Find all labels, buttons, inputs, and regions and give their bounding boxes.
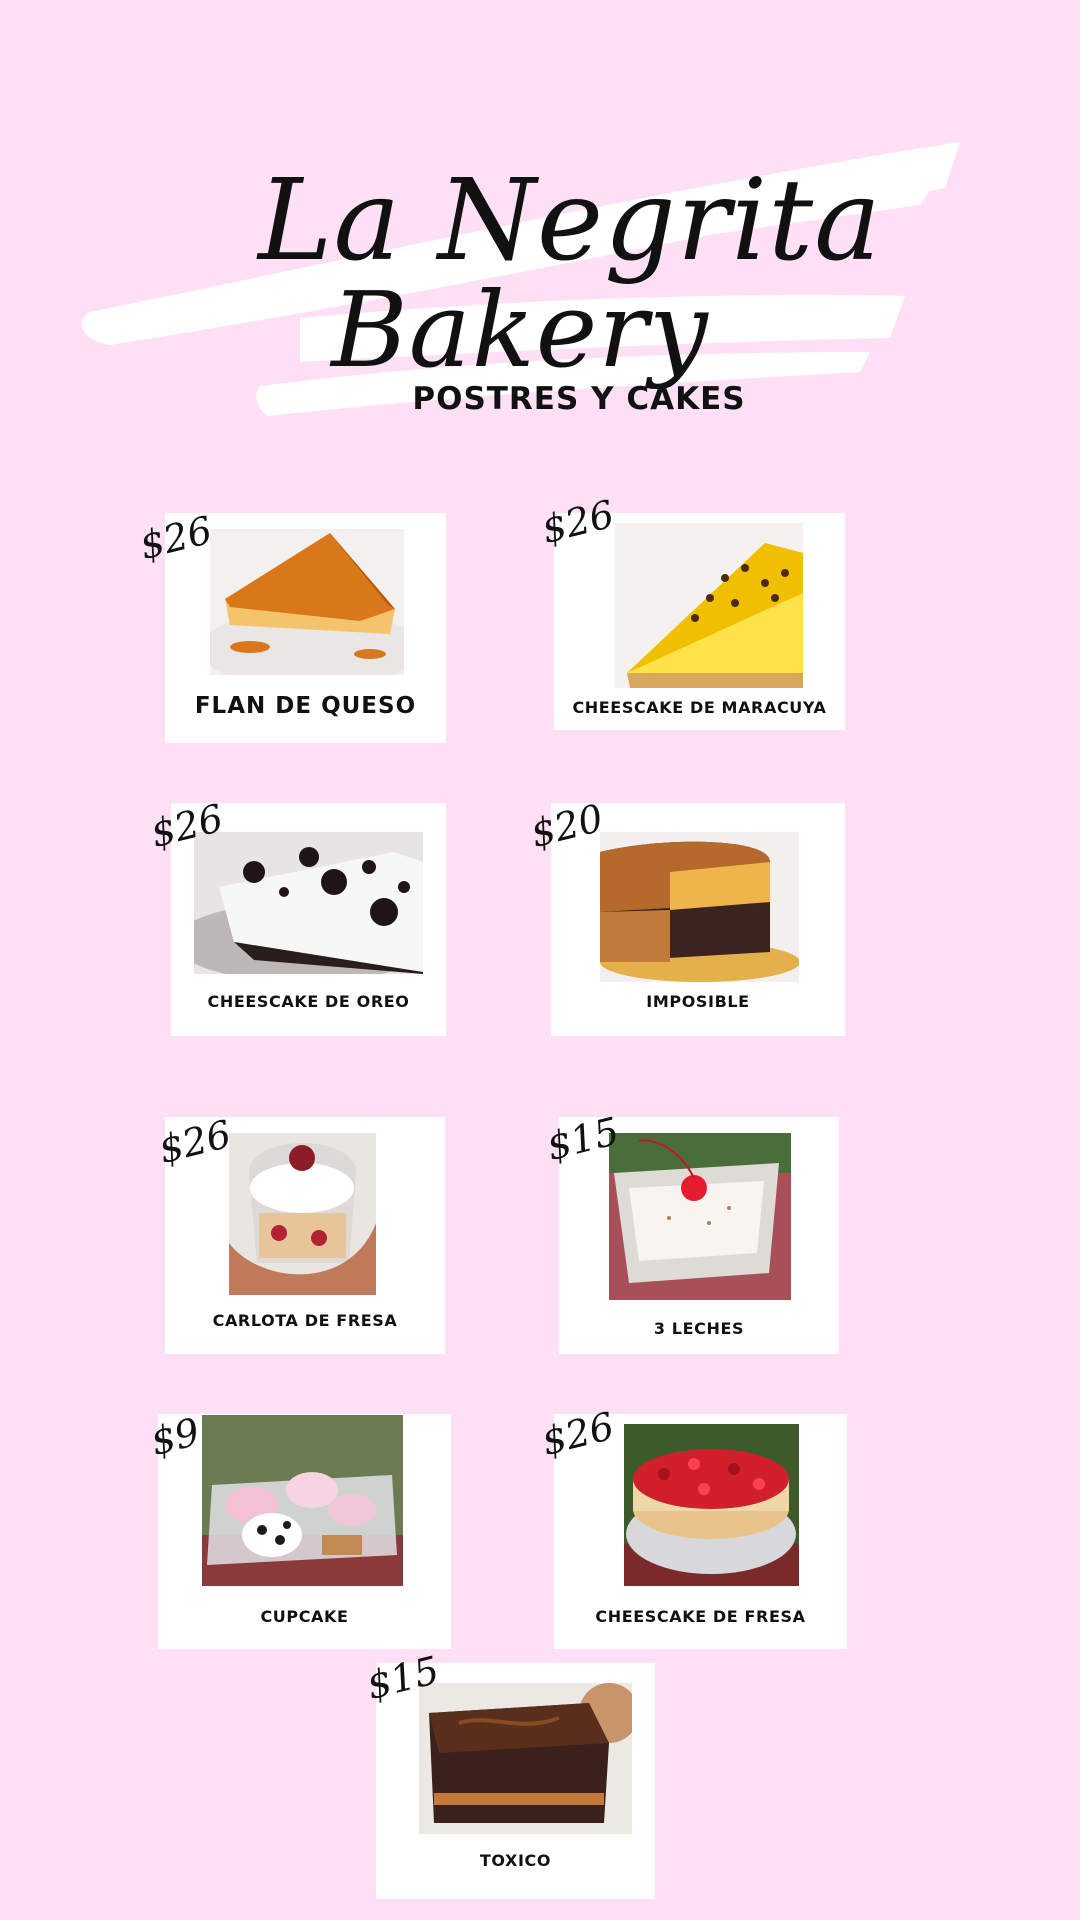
oreo-cheesecake-photo [194,832,423,974]
passionfruit-cheesecake-photo [615,523,803,688]
page-subtitle: POSTRES Y CAKES [412,381,746,417]
bakery-title-line-2: Bakery [331,269,709,391]
product-name: IMPOSIBLE [646,992,750,1011]
chocoflan-photo [600,832,799,982]
product-card-cheescake-de-maracuya[interactable]: CHEESCAKE DE MARACUYA [554,513,845,730]
product-name: CHEESCAKE DE MARACUYA [572,698,827,717]
product-name: CHEESCAKE DE FRESA [595,1607,806,1626]
product-name: CHEESCAKE DE OREO [207,992,410,1011]
product-name: CUPCAKE [260,1607,349,1626]
product-name: 3 LECHES [653,1319,745,1338]
product-name: CARLOTA DE FRESA [212,1311,398,1330]
cupcakes-photo [202,1415,403,1586]
brownie-photo [419,1683,632,1834]
product-card-toxico[interactable]: TOXICO [376,1663,655,1899]
strawberry-carlota-photo [229,1133,376,1295]
flan-photo [210,529,404,675]
tres-leches-photo [609,1133,791,1300]
product-name: FLAN DE QUESO [194,693,417,719]
bakery-title-line-1: La Negrita [258,156,882,286]
strawberry-cheesecake-photo [624,1424,799,1586]
product-name: TOXICO [479,1851,552,1870]
